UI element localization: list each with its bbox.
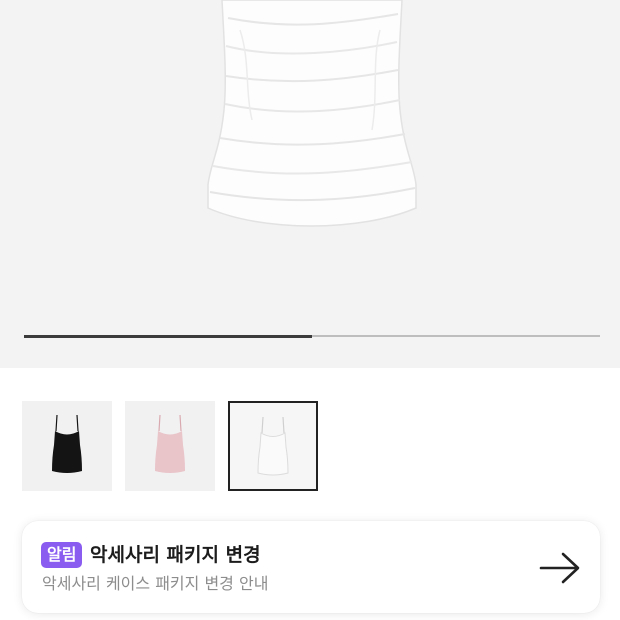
notice-subtitle: 악세사리 케이스 패키지 변경 안내 xyxy=(42,574,269,593)
camisole-black-image xyxy=(52,414,82,473)
camisole-white-image xyxy=(257,416,289,476)
product-image xyxy=(207,0,417,227)
image-progress-fill xyxy=(24,334,312,338)
color-thumbnail-list xyxy=(22,401,318,491)
thumbnail-white[interactable] xyxy=(228,401,318,491)
product-image-carousel[interactable] xyxy=(0,0,620,368)
thumbnail-pink[interactable] xyxy=(125,401,215,491)
arrow-right-icon[interactable] xyxy=(539,552,581,584)
image-progress-track xyxy=(24,334,600,338)
notice-card[interactable]: 알림 악세사리 패키지 변경 악세사리 케이스 패키지 변경 안내 xyxy=(22,521,600,613)
camisole-pink-image xyxy=(155,414,185,473)
thumbnail-black[interactable] xyxy=(22,401,112,491)
notice-badge: 알림 xyxy=(41,542,83,568)
notice-title: 악세사리 패키지 변경 xyxy=(90,544,261,566)
